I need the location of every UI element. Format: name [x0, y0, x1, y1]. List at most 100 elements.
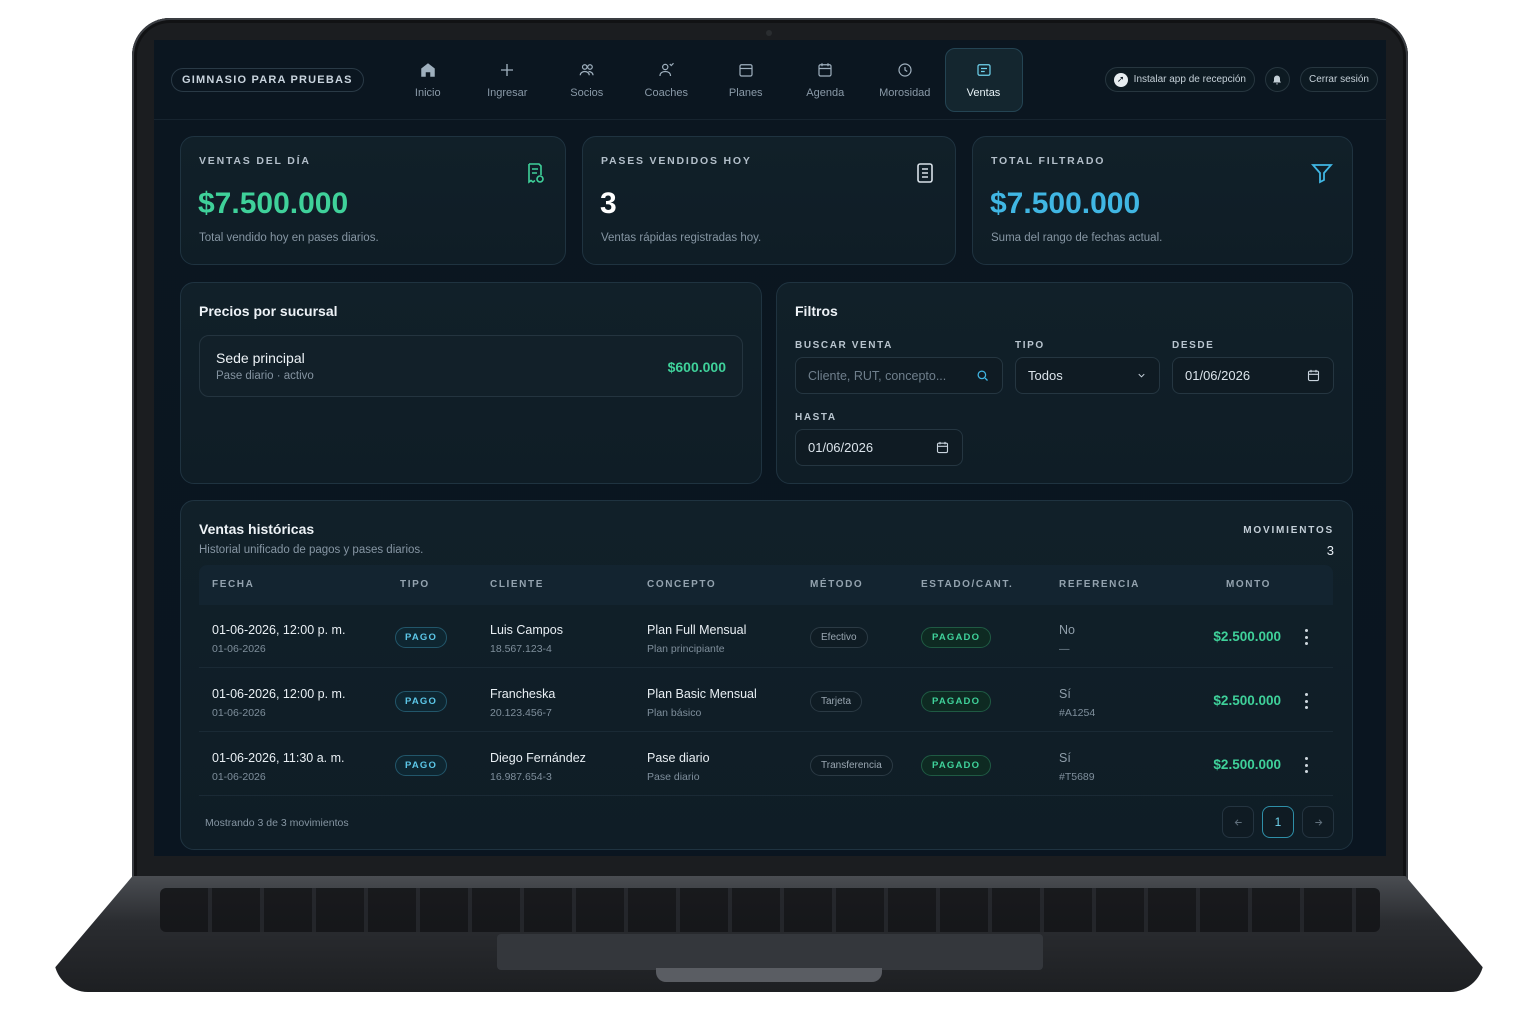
- nav-ingresar[interactable]: Ingresar: [468, 48, 548, 112]
- type-select[interactable]: Todos: [1015, 357, 1160, 394]
- arrow-right-icon: [1314, 818, 1322, 826]
- sales-history-subtitle: Historial unificado de pagos y pases dia…: [199, 544, 424, 556]
- nav-label: Morosidad: [879, 87, 931, 99]
- row-reference: Sí: [1059, 751, 1071, 765]
- movements-label: MOVIMIENTOS: [1243, 525, 1334, 536]
- row-date-sub: 01-06-2026: [212, 707, 266, 719]
- col-metodo[interactable]: MÉTODO: [810, 579, 863, 590]
- col-fecha[interactable]: FECHA: [212, 579, 254, 590]
- from-date-value: 01/06/2026: [1185, 368, 1251, 383]
- search-placeholder: Cliente, RUT, concepto...: [808, 368, 947, 383]
- col-estado[interactable]: ESTADO/CANT.: [921, 579, 1013, 590]
- table-header: FECHA TIPO CLIENTE CONCEPTO MÉTODO ESTAD…: [199, 565, 1333, 605]
- nav-morosidad[interactable]: Morosidad: [865, 48, 945, 112]
- type-badge: PAGO: [395, 755, 448, 776]
- more-options-icon[interactable]: [1299, 757, 1313, 773]
- table-row[interactable]: 01-06-2026, 11:30 a. m. 01-06-2026 PAGO …: [199, 733, 1333, 796]
- to-label: HASTA: [795, 412, 837, 423]
- from-label: DESDE: [1172, 340, 1215, 351]
- list-document-icon: [917, 163, 933, 183]
- logout-label: Cerrar sesión: [1308, 74, 1369, 85]
- table-row[interactable]: 01-06-2026, 12:00 p. m. 01-06-2026 PAGO …: [199, 605, 1333, 668]
- nav-label: Ingresar: [487, 87, 528, 99]
- search-label: BUSCAR VENTA: [795, 340, 893, 351]
- calendar-icon: [818, 63, 832, 77]
- col-cliente[interactable]: CLIENTE: [490, 579, 544, 590]
- day-sales-label: VENTAS DEL DÍA: [199, 155, 311, 167]
- chevron-down-icon: [1138, 373, 1145, 378]
- row-date-sub: 01-06-2026: [212, 771, 266, 783]
- nav-ventas[interactable]: Ventas: [944, 48, 1023, 112]
- col-tipo[interactable]: TIPO: [400, 579, 430, 590]
- row-reference-sub: #T5689: [1059, 771, 1095, 783]
- arrow-left-icon: [1234, 818, 1242, 826]
- app-screen: GIMNASIO PARA PRUEBAS Inicio Ingresar So…: [154, 40, 1386, 856]
- plans-icon: [739, 64, 753, 77]
- passes-sold-label: PASES VENDIDOS HOY: [601, 155, 752, 167]
- row-concept: Plan Basic Mensual: [647, 687, 757, 701]
- status-badge: PAGADO: [921, 627, 992, 648]
- to-date-input[interactable]: 01/06/2026: [795, 429, 963, 466]
- calendar-icon: [936, 441, 949, 454]
- method-badge: Tarjeta: [810, 691, 863, 712]
- calendar-icon: [1307, 369, 1320, 382]
- pagination-summary: Mostrando 3 de 3 movimientos: [205, 817, 349, 829]
- row-client: Diego Fernández: [490, 751, 586, 765]
- search-icon: [977, 370, 988, 381]
- table-row[interactable]: 01-06-2026, 12:00 p. m. 01-06-2026 PAGO …: [199, 669, 1333, 732]
- notifications-button[interactable]: [1264, 67, 1290, 92]
- method-badge: Efectivo: [810, 627, 868, 648]
- type-badge: PAGO: [395, 691, 448, 712]
- row-rut: 16.987.654-3: [490, 771, 552, 783]
- row-reference-sub: —: [1059, 643, 1070, 655]
- plus-icon: [501, 64, 514, 76]
- row-date: 01-06-2026, 12:00 p. m.: [212, 623, 346, 637]
- install-app-button[interactable]: ➚ Instalar app de recepción: [1104, 67, 1255, 92]
- row-concept: Plan Full Mensual: [647, 623, 747, 637]
- install-app-label: Instalar app de recepción: [1133, 74, 1246, 85]
- filtered-total-label: TOTAL FILTRADO: [991, 155, 1106, 167]
- type-badge: PAGO: [395, 627, 448, 648]
- col-concepto[interactable]: CONCEPTO: [647, 579, 716, 590]
- main-nav: Inicio Ingresar Socios Coaches Planes Ag…: [388, 48, 1023, 112]
- nav-inicio[interactable]: Inicio: [388, 48, 468, 112]
- branch-prices-title: Precios por sucursal: [199, 303, 338, 319]
- more-options-icon[interactable]: [1299, 693, 1313, 709]
- nav-label: Inicio: [414, 87, 441, 99]
- top-bar: GIMNASIO PARA PRUEBAS Inicio Ingresar So…: [154, 40, 1386, 120]
- day-sales-card: VENTAS DEL DÍA $7.500.000 Total vendido …: [180, 136, 566, 265]
- search-input[interactable]: Cliente, RUT, concepto...: [795, 357, 1003, 394]
- webcam: [766, 30, 772, 36]
- filters-title: Filtros: [795, 303, 838, 319]
- nav-agenda[interactable]: Agenda: [786, 48, 866, 112]
- sales-history-card: Ventas históricas Historial unificado de…: [180, 500, 1353, 850]
- filters-card: Filtros BUSCAR VENTA Cliente, RUT, conce…: [776, 282, 1353, 484]
- coach-icon: [659, 62, 675, 77]
- prev-page-button[interactable]: [1222, 806, 1254, 838]
- type-value: Todos: [1028, 368, 1063, 383]
- col-monto[interactable]: MONTO: [1226, 579, 1271, 590]
- receipt-icon: [528, 163, 544, 184]
- logout-button[interactable]: Cerrar sesión: [1299, 67, 1378, 92]
- next-page-button[interactable]: [1302, 806, 1334, 838]
- col-referencia[interactable]: REFERENCIA: [1059, 579, 1140, 590]
- from-date-input[interactable]: 01/06/2026: [1172, 357, 1334, 394]
- more-options-icon[interactable]: [1299, 629, 1313, 645]
- page-button[interactable]: 1: [1262, 806, 1294, 838]
- branch-item[interactable]: Sede principal Pase diario · activo $600…: [199, 335, 743, 397]
- nav-label: Planes: [728, 87, 763, 99]
- row-amount: $2.500.000: [1213, 693, 1281, 708]
- nav-coaches[interactable]: Coaches: [627, 48, 707, 112]
- filtered-total-description: Suma del rango de fechas actual.: [991, 232, 1163, 244]
- row-reference-sub: #A1254: [1059, 707, 1096, 719]
- branch-name: Sede principal: [216, 350, 305, 366]
- day-sales-value: $7.500.000: [198, 187, 349, 220]
- status-badge: PAGADO: [921, 755, 992, 776]
- row-concept-sub: Plan principiante: [647, 643, 725, 655]
- row-reference: Sí: [1059, 687, 1071, 701]
- nav-planes[interactable]: Planes: [706, 48, 786, 112]
- nav-socios[interactable]: Socios: [547, 48, 627, 112]
- branch-price: $600.000: [667, 359, 726, 375]
- users-icon: [579, 64, 594, 76]
- nav-label: Socios: [570, 87, 604, 99]
